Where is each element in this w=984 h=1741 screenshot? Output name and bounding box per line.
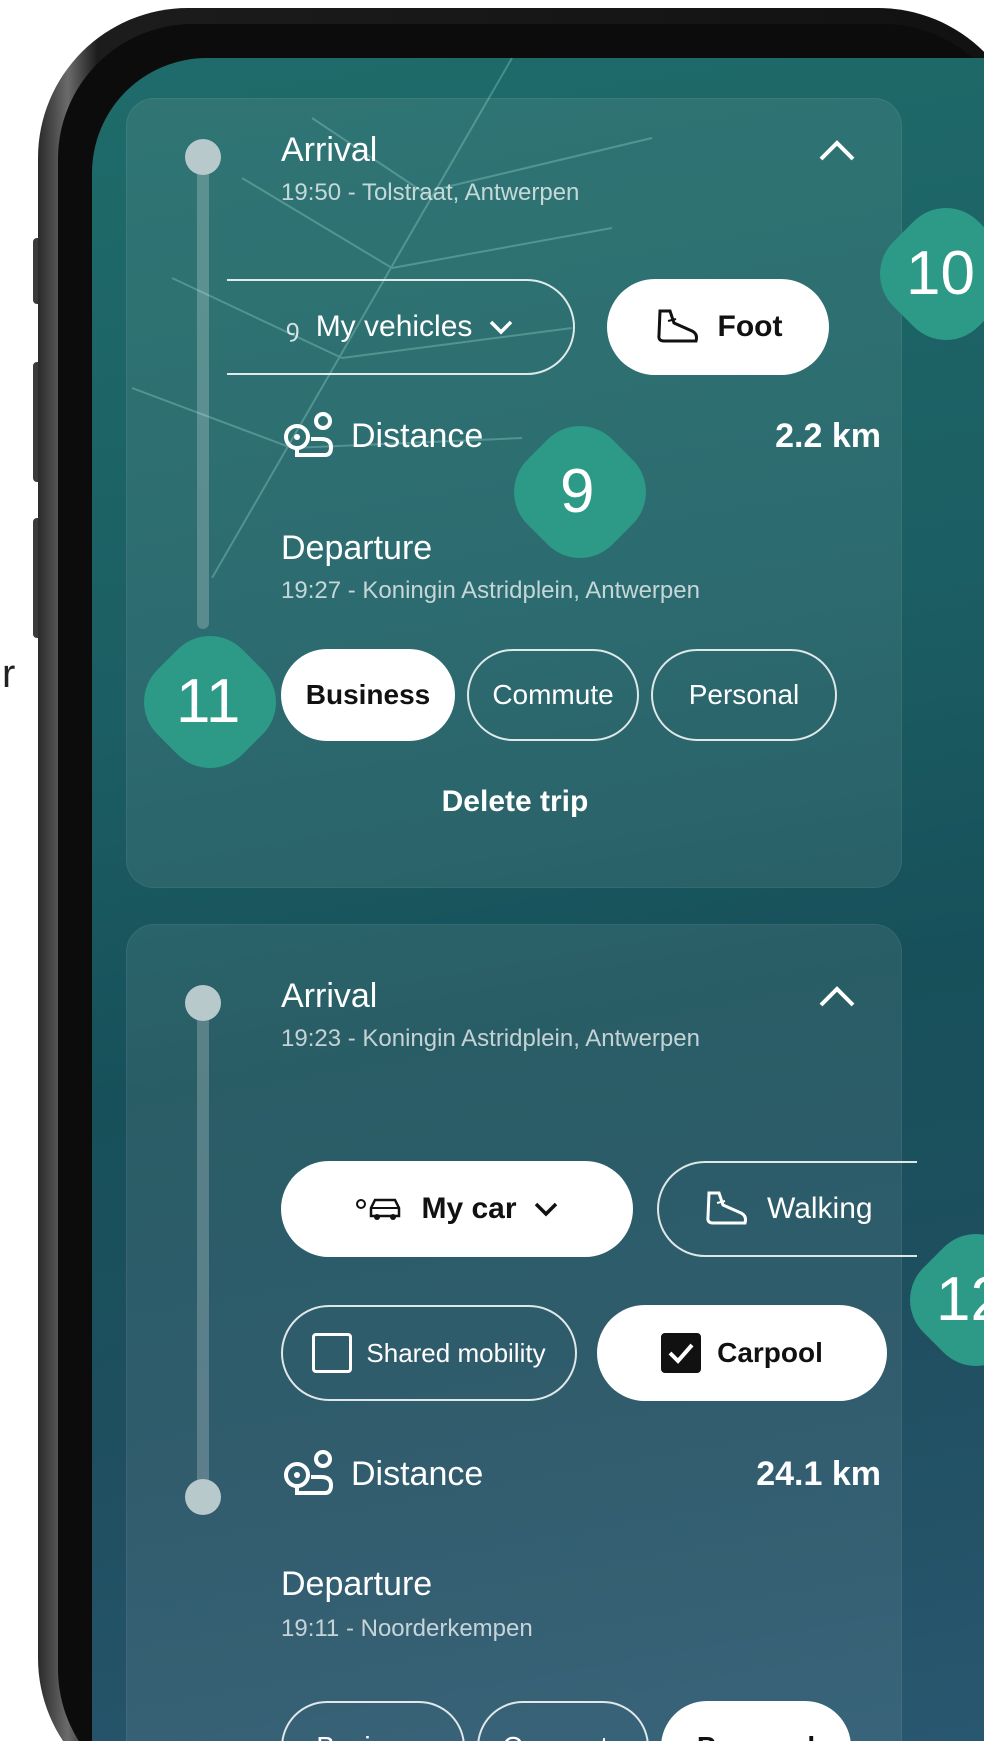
arrival-subtitle: 19:23 - Koningin Astridplein, Antwerpen — [281, 1025, 700, 1052]
route-distance-icon — [284, 1450, 334, 1495]
departure-title: Departure — [281, 1565, 433, 1603]
vehicle-selector-dropdown[interactable]: ꝯ My vehicles — [227, 279, 575, 375]
arrival-subtitle: 19:50 - Tolstraat, Antwerpen — [281, 179, 580, 206]
shared-mobility-toggle[interactable]: Shared mobility — [281, 1305, 577, 1401]
tag-personal[interactable]: Personal — [661, 1701, 851, 1741]
carpool-checkbox[interactable] — [661, 1333, 702, 1373]
arrival-title: Arrival — [281, 131, 378, 169]
shared-mobility-label: Shared mobility — [366, 1337, 546, 1368]
mode-walking-label: Walking — [767, 1192, 873, 1225]
timeline-line — [197, 995, 209, 1495]
chevron-down-icon — [490, 320, 513, 335]
badge-number: 12 — [936, 1265, 984, 1334]
tag-commute[interactable]: Commute — [477, 1701, 649, 1741]
tag-commute[interactable]: Commute — [467, 649, 639, 741]
vehicle-selector-label: My car — [421, 1192, 517, 1225]
distance-label: Distance — [351, 1454, 484, 1493]
collapse-chevron-up-icon[interactable] — [817, 135, 857, 165]
timeline-arrival-dot — [185, 139, 221, 175]
distance-value: 24.1 km — [756, 1454, 881, 1493]
app-screen: Arrival 19:50 - Tolstraat, Antwerpen ꝯ M… — [92, 58, 984, 1741]
distance-row: Distance 24.1 km — [281, 1449, 881, 1499]
checkmark-icon — [668, 1343, 694, 1364]
shoe-icon — [706, 1191, 747, 1225]
trip-card-2: Arrival 19:23 - Koningin Astridplein, An… — [126, 924, 917, 1741]
departure-subtitle: 19:11 - Noorderkempen — [281, 1615, 533, 1642]
timeline-departure-dot — [185, 1479, 221, 1515]
tag-business[interactable]: Business — [281, 1701, 465, 1741]
mode-foot-button[interactable]: Foot — [607, 279, 829, 375]
badge-number: 11 — [176, 667, 241, 736]
departure-subtitle: 19:27 - Koningin Astridplein, Antwerpen — [281, 577, 700, 604]
chevron-down-icon — [534, 1202, 557, 1217]
carpool-toggle[interactable]: Carpool — [597, 1305, 887, 1401]
timeline-line — [197, 159, 209, 629]
carpool-label: Carpool — [717, 1337, 823, 1368]
badge-number: 9 — [560, 457, 595, 526]
vehicle-icon: ꝯ — [285, 314, 300, 342]
tag-business[interactable]: Business — [281, 649, 455, 741]
shoe-icon — [656, 309, 698, 343]
vehicle-selector-label: My vehicles — [315, 310, 473, 343]
stray-letter: r — [2, 652, 16, 696]
shared-mobility-checkbox[interactable] — [312, 1333, 353, 1373]
badge-number: 10 — [906, 239, 975, 308]
car-icon — [356, 1198, 401, 1220]
collapse-chevron-up-icon[interactable] — [817, 981, 857, 1011]
vehicle-selector-dropdown[interactable]: My car — [281, 1161, 633, 1257]
departure-title: Departure — [281, 529, 433, 567]
distance-value: 2.2 km — [775, 416, 881, 455]
mode-foot-label: Foot — [717, 310, 783, 343]
tag-personal[interactable]: Personal — [651, 649, 837, 741]
delete-trip-button[interactable]: Delete trip — [127, 785, 903, 819]
arrival-title: Arrival — [281, 977, 378, 1015]
route-distance-icon — [284, 412, 334, 457]
distance-label: Distance — [351, 416, 484, 455]
mode-walking-button[interactable]: Walking — [657, 1161, 917, 1257]
timeline-arrival-dot — [185, 985, 221, 1021]
